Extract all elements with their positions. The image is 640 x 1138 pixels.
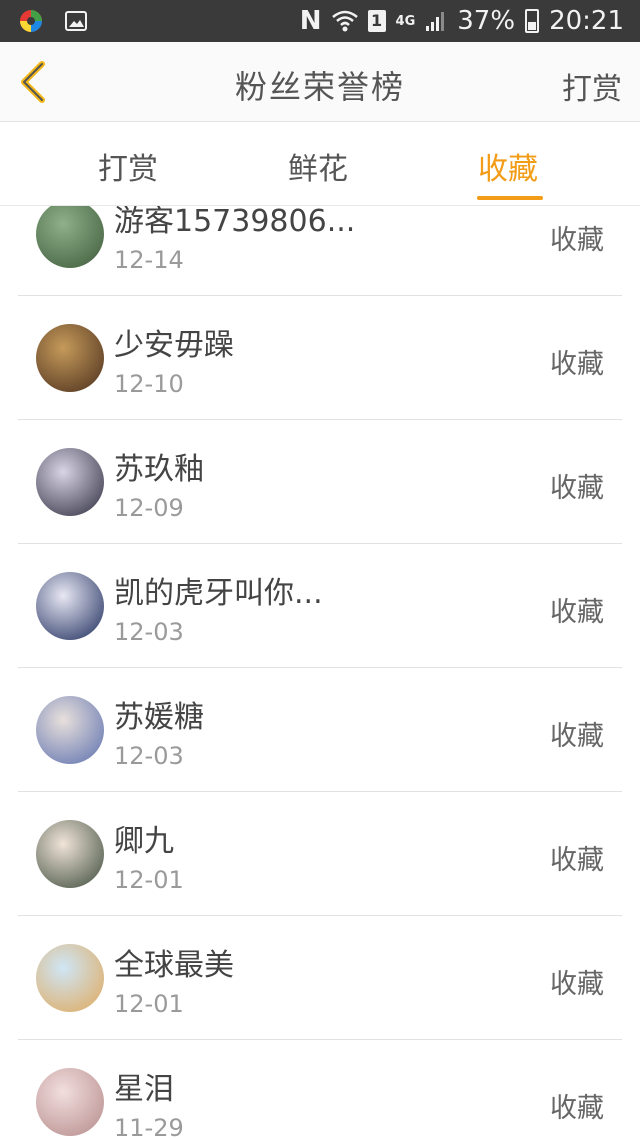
sim-slot-icon: 1 xyxy=(367,10,386,32)
action-label: 收藏 xyxy=(550,597,604,628)
network-type-label: 4G xyxy=(395,13,416,29)
action-label: 收藏 xyxy=(550,969,604,1000)
nfc-icon: N xyxy=(299,6,322,36)
tip-button[interactable]: 打赏 xyxy=(562,64,622,108)
avatar[interactable] xyxy=(36,1068,104,1136)
tab-tip[interactable]: 打赏 xyxy=(98,144,158,188)
user-name: 卿九 xyxy=(114,824,174,859)
user-name: 凯的虎牙叫你... xyxy=(114,576,323,611)
signal-icon xyxy=(426,12,445,31)
tab-flowers[interactable]: 鲜花 xyxy=(288,144,348,188)
clock: 20:21 xyxy=(549,6,624,36)
list-item[interactable]: 全球最美 12-01 收藏 xyxy=(18,916,622,1040)
list-item[interactable]: 少安毋躁 12-10 收藏 xyxy=(18,296,622,420)
avatar[interactable] xyxy=(36,448,104,516)
tab-bar: 打赏 鲜花 收藏 xyxy=(0,122,640,206)
action-label: 收藏 xyxy=(550,721,604,752)
avatar[interactable] xyxy=(36,200,104,268)
fan-list: 游客15739806... 12-14 收藏 少安毋躁 12-10 收藏 苏玖釉 12-09 收… xyxy=(18,172,622,1138)
date: 12-01 xyxy=(114,866,184,894)
avatar[interactable] xyxy=(36,944,104,1012)
avatar[interactable] xyxy=(36,696,104,764)
page-title: 粉丝荣誉榜 xyxy=(234,68,405,106)
status-bar: N 1 4G 37% 20:21 xyxy=(0,0,640,42)
list-item[interactable]: 星泪 11-29 收藏 xyxy=(18,1040,622,1138)
wifi-icon xyxy=(331,10,358,32)
battery-icon xyxy=(525,9,540,33)
date: 12-01 xyxy=(114,990,184,1018)
list-item[interactable]: 苏媛糖 12-03 收藏 xyxy=(18,668,622,792)
user-name: 苏媛糖 xyxy=(114,700,204,735)
action-label: 收藏 xyxy=(550,225,604,256)
list-item[interactable]: 卿九 12-01 收藏 xyxy=(18,792,622,916)
tab-favorites[interactable]: 收藏 xyxy=(478,144,538,188)
action-label: 收藏 xyxy=(550,1093,604,1124)
action-label: 收藏 xyxy=(550,473,604,504)
date: 12-09 xyxy=(114,494,184,522)
date: 12-03 xyxy=(114,618,184,646)
action-label: 收藏 xyxy=(550,349,604,380)
action-label: 收藏 xyxy=(550,845,604,876)
battery-percent: 37% xyxy=(457,6,516,36)
avatar[interactable] xyxy=(36,324,104,392)
avatar[interactable] xyxy=(36,572,104,640)
user-name: 全球最美 xyxy=(114,948,234,983)
date: 11-29 xyxy=(114,1114,184,1138)
user-name: 星泪 xyxy=(114,1072,174,1107)
user-name: 苏玖釉 xyxy=(114,452,204,487)
app-notification-icon xyxy=(20,10,42,32)
date: 12-03 xyxy=(114,742,184,770)
avatar[interactable] xyxy=(36,820,104,888)
date: 12-10 xyxy=(114,370,184,398)
list-item[interactable]: 苏玖釉 12-09 收藏 xyxy=(18,420,622,544)
user-name: 少安毋躁 xyxy=(114,328,234,363)
top-bar: 粉丝荣誉榜 打赏 xyxy=(0,42,640,122)
gallery-notification-icon xyxy=(65,11,87,31)
active-tab-indicator xyxy=(477,196,543,200)
date: 12-14 xyxy=(114,246,184,274)
list-item[interactable]: 凯的虎牙叫你... 12-03 收藏 xyxy=(18,544,622,668)
